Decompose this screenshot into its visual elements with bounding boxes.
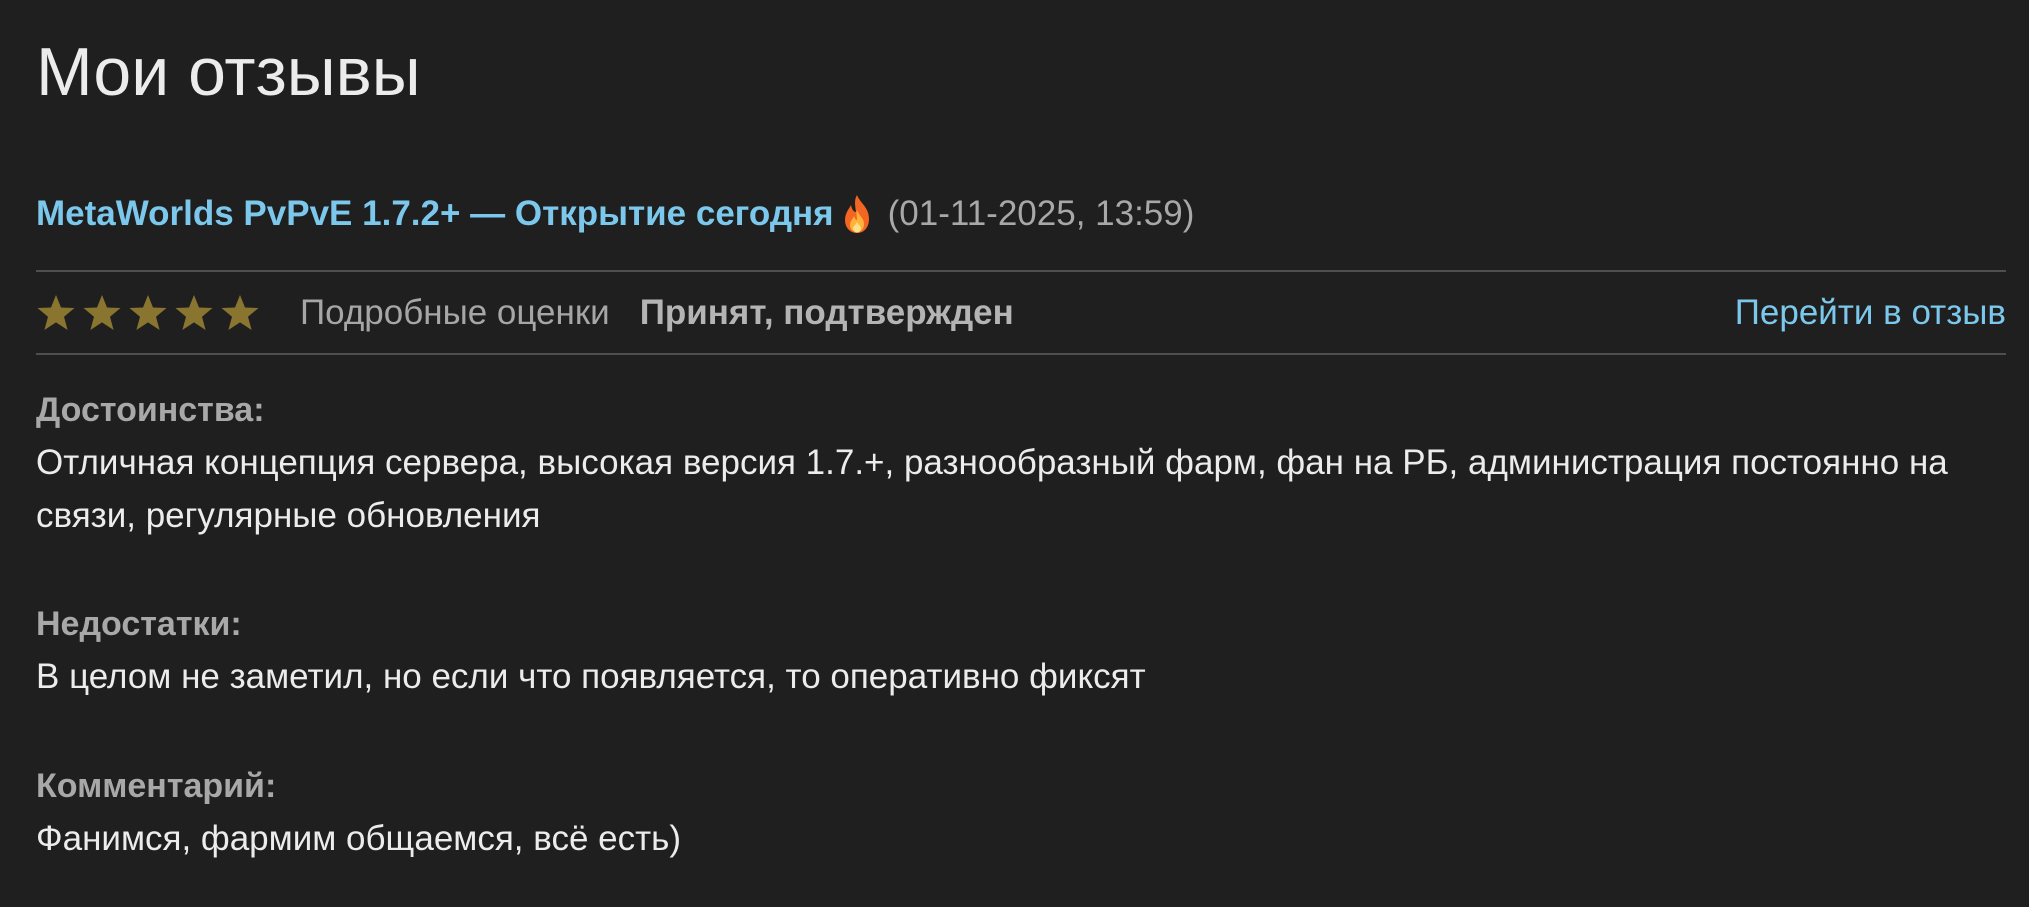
review-meta-bar: Подробные оценки Принят, подтвержден Пер…: [36, 272, 2006, 353]
star-icon: [175, 294, 213, 330]
server-link[interactable]: MetaWorlds PvPvE 1.7.2+ — Открытие сегод…: [36, 193, 876, 235]
goto-review-link[interactable]: Перейти в отзыв: [1735, 293, 2006, 333]
star-icon: [37, 294, 75, 330]
fire-icon: [838, 193, 876, 235]
star-icon: [83, 294, 121, 330]
pros-text: Отличная концепция сервера, высокая верс…: [36, 443, 1948, 535]
comment-section: Комментарий: Фанимся, фармим общаемся, в…: [36, 760, 2006, 865]
star-icon: [129, 294, 167, 330]
review-status: Принят, подтвержден: [639, 292, 1014, 332]
cons-text: В целом не заметил, но если что появляет…: [36, 657, 1146, 696]
divider: [36, 353, 2006, 355]
pros-label: Достоинства:: [36, 391, 265, 429]
cons-label: Недостатки:: [36, 605, 242, 643]
comment-text: Фанимся, фармим общаемся, всё есть): [36, 819, 682, 858]
comment-label: Комментарий:: [36, 767, 277, 805]
star-rating: [36, 293, 260, 333]
star-icon: [221, 294, 259, 330]
ratings-details-toggle[interactable]: Подробные оценки: [300, 293, 610, 333]
server-name: MetaWorlds PvPvE 1.7.2+ — Открытие сегод…: [36, 194, 834, 233]
review-date: (01-11-2025, 13:59): [887, 194, 1195, 233]
page-title: Мои отзывы: [36, 34, 421, 110]
pros-section: Достоинства: Отличная концепция сервера,…: [36, 384, 2006, 542]
cons-section: Недостатки: В целом не заметил, но если …: [36, 598, 2006, 703]
review-header: MetaWorlds PvPvE 1.7.2+ — Открытие сегод…: [36, 188, 1194, 240]
